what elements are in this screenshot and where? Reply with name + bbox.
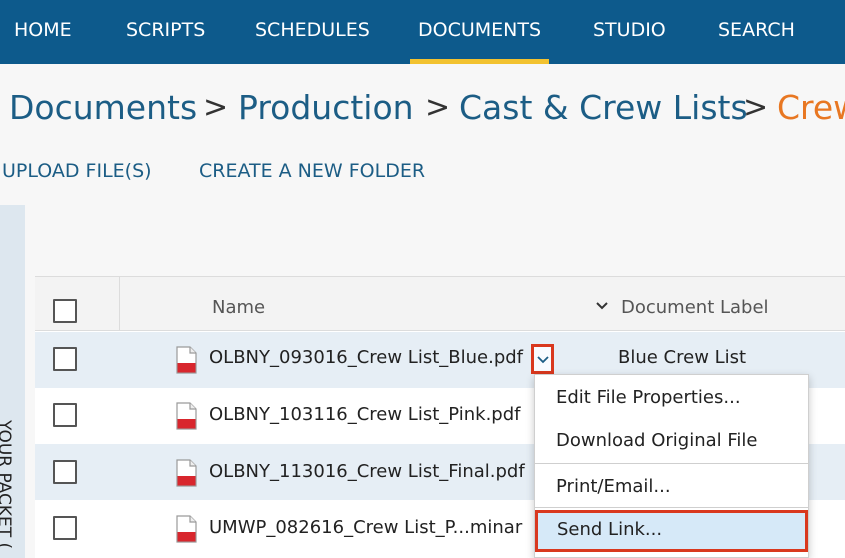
row-checkbox[interactable]	[53, 347, 77, 371]
file-actions-dropdown-button[interactable]	[531, 344, 554, 374]
breadcrumb-production[interactable]: Production	[238, 88, 414, 127]
pdf-file-icon	[176, 346, 197, 374]
file-actions-menu: Edit File Properties... Download Origina…	[534, 374, 809, 558]
row-checkbox[interactable]	[53, 460, 77, 484]
top-nav: HOME SCRIPTS SCHEDULES DOCUMENTS STUDIO …	[0, 0, 845, 64]
breadcrumb-separator: >	[425, 90, 451, 125]
upload-files-button[interactable]: UPLOAD FILE(S)	[2, 160, 152, 182]
nav-schedules[interactable]: SCHEDULES	[255, 0, 370, 64]
nav-search[interactable]: SEARCH	[718, 0, 795, 64]
breadcrumb-current: Crew	[777, 88, 845, 127]
menu-item-print-email[interactable]: Print/Email...	[535, 473, 808, 503]
column-header-name[interactable]: Name	[212, 297, 265, 318]
row-checkbox[interactable]	[53, 516, 77, 540]
create-folder-button[interactable]: CREATE A NEW FOLDER	[199, 160, 425, 182]
breadcrumb-documents[interactable]: Documents	[9, 88, 197, 127]
menu-item-edit-properties[interactable]: Edit File Properties...	[535, 385, 808, 415]
file-name[interactable]: OLBNY_093016_Crew List_Blue.pdf	[209, 347, 523, 368]
nav-scripts[interactable]: SCRIPTS	[126, 0, 205, 64]
header-divider	[119, 277, 120, 331]
menu-item-download-original[interactable]: Download Original File	[535, 428, 808, 458]
nav-studio[interactable]: STUDIO	[593, 0, 666, 64]
menu-item-send-link[interactable]: Send Link...	[535, 510, 808, 552]
pdf-file-icon	[176, 515, 197, 543]
breadcrumb-separator: >	[203, 90, 229, 125]
row-checkbox[interactable]	[53, 403, 77, 427]
breadcrumb-separator: >	[743, 90, 769, 125]
document-label: Blue Crew List	[618, 347, 747, 368]
pdf-file-icon	[176, 459, 197, 487]
nav-home[interactable]: HOME	[14, 0, 72, 64]
breadcrumb-cast-crew-lists[interactable]: Cast & Crew Lists	[459, 88, 748, 127]
menu-divider	[535, 463, 808, 464]
file-name[interactable]: OLBNY_113016_Crew List_Final.pdf	[209, 461, 525, 482]
file-name[interactable]: OLBNY_103116_Crew List_Pink.pdf	[209, 404, 520, 425]
select-all-checkbox[interactable]	[53, 299, 77, 323]
column-header-document-label[interactable]: Document Label	[621, 297, 769, 318]
menu-divider	[535, 507, 808, 508]
packet-side-label: YOUR PACKET (	[0, 420, 14, 549]
chevron-down-icon	[537, 356, 549, 364]
pdf-file-icon	[176, 402, 197, 430]
sort-chevron-icon[interactable]	[595, 301, 609, 311]
nav-documents[interactable]: DOCUMENTS	[409, 0, 550, 64]
file-name[interactable]: UMWP_082616_Crew List_P...minar	[209, 517, 522, 538]
